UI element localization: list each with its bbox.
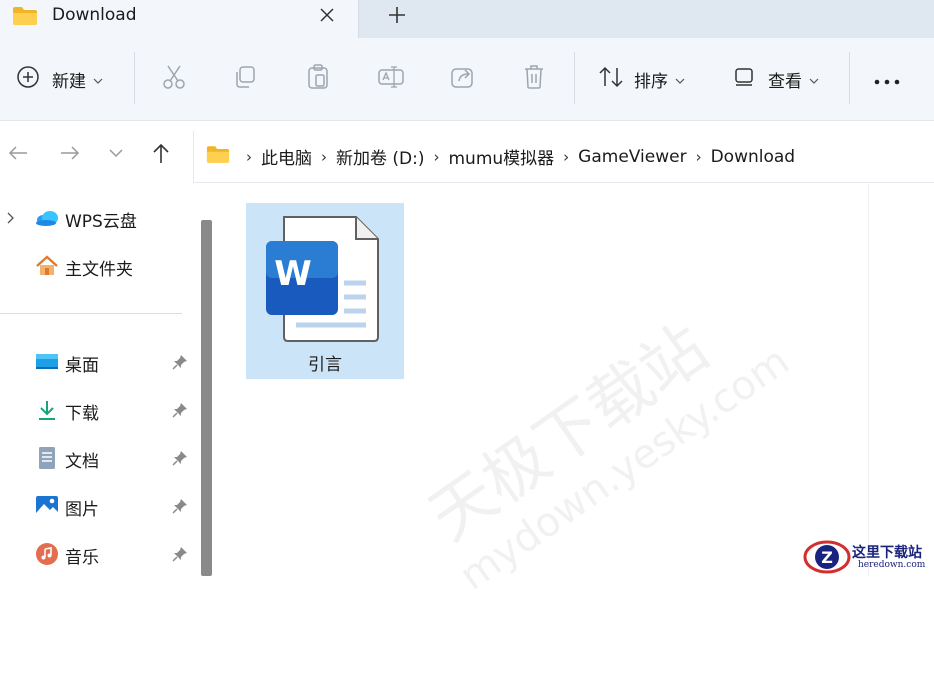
tab-download[interactable]: Download: [0, 0, 359, 38]
sidebar-item-pictures[interactable]: 图片: [0, 486, 196, 526]
view-icon: [734, 67, 756, 91]
navigation-pane: WPS云盘 主文件夹 桌面 下载 文档 图片 音乐: [0, 184, 200, 576]
recent-chevron-icon[interactable]: [105, 142, 127, 164]
cut-button[interactable]: [162, 38, 186, 120]
site-logo: Z 这里下载站 heredown.com: [800, 538, 934, 576]
chevron-down-icon: [93, 70, 103, 89]
sidebar-item-desktop[interactable]: 桌面: [0, 342, 196, 382]
watermark-title: 天极下载站: [416, 311, 722, 556]
view-button[interactable]: 查看: [734, 38, 819, 120]
sidebar-item-downloads[interactable]: 下载: [0, 390, 196, 430]
sidebar-item-music[interactable]: 音乐: [0, 534, 196, 574]
word-document-icon: W: [266, 215, 380, 347]
new-label: 新建: [52, 71, 86, 92]
copy-button[interactable]: [233, 38, 257, 120]
svg-text:Z: Z: [821, 548, 833, 567]
sidebar-item-documents[interactable]: 文档: [0, 438, 196, 478]
title-bar: Download: [0, 0, 934, 38]
share-icon: [450, 65, 476, 93]
sidebar-item-label: 音乐: [65, 548, 99, 568]
view-label: 查看: [768, 71, 802, 92]
chevron-down-icon: [675, 70, 685, 89]
command-bar: 新建 排序 查看: [0, 38, 934, 121]
logo-url: heredown.com: [858, 560, 926, 570]
up-arrow-icon[interactable]: [150, 142, 172, 164]
download-icon: [35, 398, 59, 422]
sidebar-item-label: 下载: [65, 404, 99, 424]
watermark: 天极下载站 mydown.yesky.com: [352, 174, 927, 685]
desktop-icon: [35, 350, 59, 374]
sidebar-item-label: 文档: [65, 452, 99, 472]
sort-label: 排序: [634, 71, 668, 92]
sidebar-divider: [0, 313, 182, 314]
sidebar-item-wps-cloud[interactable]: WPS云盘: [0, 198, 196, 238]
breadcrumb-separator-icon[interactable]: ›: [246, 148, 252, 166]
sidebar-item-label: 桌面: [65, 356, 99, 376]
breadcrumb-gameviewer[interactable]: GameViewer: [578, 147, 686, 167]
folder-icon: [12, 6, 38, 30]
forward-arrow-icon[interactable]: [59, 142, 81, 164]
watermark-url: mydown.yesky.com: [451, 338, 798, 600]
breadcrumb-this-pc[interactable]: 此电脑: [261, 144, 312, 169]
pin-icon[interactable]: [172, 546, 188, 566]
trash-icon: [522, 64, 546, 94]
share-button[interactable]: [450, 38, 476, 120]
new-tab-icon[interactable]: [386, 4, 408, 26]
plus-circle-icon: [16, 65, 40, 93]
logo-icon: Z: [802, 538, 852, 580]
scissors-icon: [162, 64, 186, 94]
file-name: 引言: [308, 355, 342, 375]
logo-name: 这里下载站: [852, 545, 922, 561]
breadcrumb-separator-icon[interactable]: ›: [321, 148, 327, 166]
breadcrumb-download[interactable]: Download: [711, 147, 796, 167]
details-pane-divider: [868, 184, 869, 576]
cloud-icon: [35, 206, 59, 230]
breadcrumb-mumu[interactable]: mumu模拟器: [449, 144, 555, 169]
chevron-down-icon: [809, 70, 819, 89]
more-options-button[interactable]: [874, 38, 900, 120]
document-icon: [35, 446, 59, 470]
home-icon: [35, 254, 59, 278]
address-bar[interactable]: › 此电脑 › 新加卷 (D:) › mumu模拟器 › GameViewer …: [193, 131, 934, 183]
sidebar-item-home[interactable]: 主文件夹: [0, 246, 196, 286]
sort-button[interactable]: 排序: [598, 38, 685, 120]
tab-title: Download: [52, 5, 137, 25]
chevron-right-icon[interactable]: [6, 210, 16, 229]
sidebar-item-label: 图片: [65, 500, 99, 520]
breadcrumb-separator-icon[interactable]: ›: [563, 148, 569, 166]
pictures-icon: [35, 494, 59, 518]
back-arrow-icon[interactable]: [7, 142, 29, 164]
more-icon: [874, 70, 900, 89]
copy-icon: [233, 65, 257, 93]
toolbar-divider: [134, 52, 135, 104]
folder-icon: [206, 145, 230, 168]
file-item[interactable]: W 引言: [246, 203, 404, 379]
sidebar-item-label: WPS云盘: [65, 212, 137, 232]
toolbar-divider: [574, 52, 575, 104]
close-icon[interactable]: [316, 4, 338, 26]
breadcrumb-separator-icon[interactable]: ›: [696, 148, 702, 166]
toolbar-divider: [849, 52, 850, 104]
pin-icon[interactable]: [172, 498, 188, 518]
delete-button[interactable]: [522, 38, 546, 120]
clipboard-icon: [306, 64, 330, 94]
music-icon: [35, 542, 59, 566]
pin-icon[interactable]: [172, 450, 188, 470]
new-button[interactable]: 新建: [16, 38, 103, 120]
pin-icon[interactable]: [172, 354, 188, 374]
breadcrumb-separator-icon[interactable]: ›: [434, 148, 440, 166]
breadcrumb-drive-d[interactable]: 新加卷 (D:): [336, 144, 425, 169]
sort-icon: [598, 65, 624, 93]
rename-button[interactable]: [378, 38, 404, 120]
paste-button[interactable]: [306, 38, 330, 120]
sidebar-item-label: 主文件夹: [65, 260, 133, 280]
sidebar-scrollbar[interactable]: [201, 220, 212, 576]
pin-icon[interactable]: [172, 402, 188, 422]
rename-icon: [378, 65, 404, 93]
svg-text:W: W: [274, 254, 312, 294]
